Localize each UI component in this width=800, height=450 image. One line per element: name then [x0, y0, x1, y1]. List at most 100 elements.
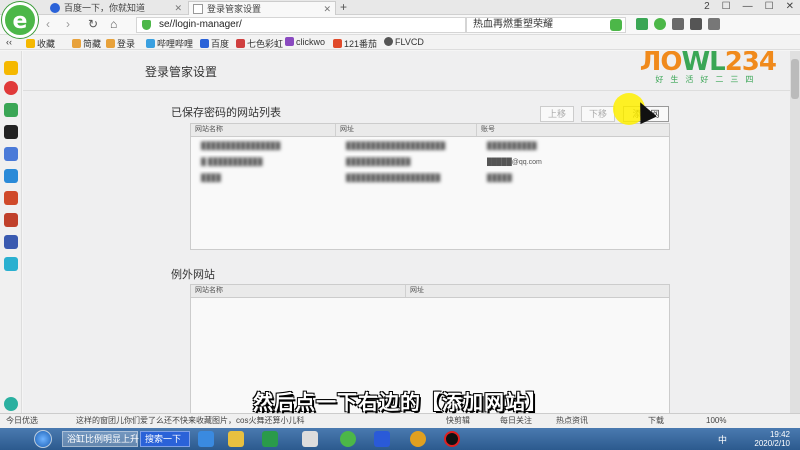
- bookmark-item[interactable]: 七色彩虹: [236, 37, 283, 50]
- bookmark-favorites[interactable]: 收藏: [26, 37, 55, 50]
- saved-sites-table: 网站名称 网址 账号 ████████████████ ████████████…: [190, 123, 670, 250]
- cell-url: ████████████████████: [346, 143, 446, 150]
- close-tab-icon[interactable]: ✕: [174, 1, 182, 15]
- daily-focus-link[interactable]: 每日关注: [500, 414, 532, 428]
- toolbar-icons: [636, 18, 720, 30]
- close-window-button[interactable]: ✕: [786, 1, 794, 12]
- tomato-icon: [333, 39, 342, 48]
- bookmark-item[interactable]: 121番茄: [333, 37, 377, 50]
- tab-login-manager[interactable]: 登录管家设置 ✕: [188, 1, 336, 15]
- app-icon[interactable]: [4, 235, 18, 249]
- hot-news-link[interactable]: 热点资讯: [556, 414, 588, 428]
- word-icon[interactable]: [374, 431, 390, 447]
- menu-grid-icon[interactable]: [672, 18, 684, 30]
- search-text: 热血再燃重塑荣耀: [473, 19, 553, 30]
- vertical-scrollbar[interactable]: [790, 51, 800, 413]
- clock-time: 19:42: [769, 430, 790, 439]
- bilibili-icon: [146, 39, 155, 48]
- address-bar[interactable]: se//login-manager/: [136, 17, 466, 33]
- column-header-name: 网站名称: [191, 285, 406, 297]
- cell-account: ██████████: [487, 143, 537, 150]
- folder-icon: [72, 39, 81, 48]
- notes-icon[interactable]: [4, 147, 18, 161]
- taskbar: 浴缸比例明显上升 搜索一下 中 19:42 2020/2/10: [0, 428, 800, 450]
- baidu-paw-icon: [50, 3, 60, 13]
- table-row[interactable]: ████████████████ ████████████████████ ██…: [191, 139, 669, 155]
- skin-icon[interactable]: ☐: [722, 1, 731, 12]
- chrome-icon[interactable]: [410, 431, 426, 447]
- undo-icon[interactable]: [690, 18, 702, 30]
- table-row[interactable]: ████ ███████████████████ █████: [191, 171, 669, 187]
- app-icon[interactable]: [4, 213, 18, 227]
- clock-date: 2020/2/10: [754, 439, 790, 448]
- app-icon[interactable]: [4, 191, 18, 205]
- back-button[interactable]: ‹: [46, 17, 50, 31]
- counter-badge[interactable]: 2: [704, 1, 710, 12]
- new-tab-button[interactable]: +: [340, 0, 347, 14]
- forward-button[interactable]: ›: [66, 17, 70, 31]
- cell-name: ████████████████: [201, 143, 281, 150]
- input-language[interactable]: 中: [718, 433, 727, 446]
- search-input[interactable]: 热血再燃重塑荣耀: [466, 17, 626, 33]
- home-button[interactable]: ⌂: [110, 17, 117, 31]
- recorder-icon[interactable]: [444, 431, 460, 447]
- move-down-button[interactable]: 下移: [581, 106, 615, 122]
- refresh-button[interactable]: ↻: [88, 17, 98, 31]
- extension-icon[interactable]: [654, 18, 666, 30]
- pay-icon[interactable]: [4, 257, 18, 271]
- mail-icon[interactable]: [4, 103, 18, 117]
- cell-account: █████: [487, 175, 512, 182]
- cloud-icon[interactable]: [302, 431, 318, 447]
- scrollbar-thumb[interactable]: [791, 59, 799, 99]
- today-picks[interactable]: 今日优选: [6, 414, 38, 428]
- zoom-level[interactable]: 100%: [706, 414, 726, 428]
- game-icon[interactable]: [4, 125, 18, 139]
- excel-icon[interactable]: [262, 431, 278, 447]
- column-header-account: 账号: [481, 126, 495, 133]
- quick-edit-link[interactable]: 快剪辑: [446, 414, 470, 428]
- column-header-name: 网站名称: [191, 124, 336, 136]
- taskbar-item[interactable]: 浴缸比例明显上升: [62, 431, 139, 447]
- brand-watermark: ЛOWL234 好生活好二三四: [640, 51, 777, 85]
- taskbar-search[interactable]: 搜索一下: [140, 431, 190, 447]
- cell-url: █████████████: [346, 159, 411, 166]
- folder-icon[interactable]: [228, 431, 244, 447]
- minimize-button[interactable]: —: [743, 1, 753, 12]
- sidebar-toggle[interactable]: ‹‹: [6, 37, 12, 47]
- browser-icon[interactable]: [340, 431, 356, 447]
- star-icon[interactable]: [4, 61, 18, 75]
- cell-name: ████: [201, 175, 221, 182]
- table-row[interactable]: █ ███████████ █████████████ █████@qq.com: [191, 155, 669, 171]
- bookmark-item[interactable]: 百度: [200, 37, 229, 50]
- bookmark-item[interactable]: 哔哩哔哩: [146, 37, 193, 50]
- column-header-url: 网址: [336, 124, 477, 136]
- bookmark-item[interactable]: clickwo: [285, 37, 325, 47]
- flvcd-icon: [384, 37, 393, 46]
- main-content: 登录管家设置 ЛOWL234 好生活好二三四 已保存密码的网站列表 上移 下移 …: [23, 51, 790, 413]
- hamburger-menu-icon[interactable]: [708, 18, 720, 30]
- maximize-button[interactable]: ☐: [765, 1, 774, 12]
- scissors-icon[interactable]: [636, 18, 648, 30]
- rainbow-icon: [236, 39, 245, 48]
- start-button-icon[interactable]: [34, 430, 52, 448]
- page-icon: [193, 4, 203, 14]
- saved-sites-title: 已保存密码的网站列表: [171, 107, 281, 119]
- download-link[interactable]: 下载: [648, 414, 664, 428]
- chat-icon[interactable]: [4, 169, 18, 183]
- browser-logo-icon[interactable]: e: [2, 2, 38, 38]
- ie-icon[interactable]: [198, 431, 214, 447]
- clock[interactable]: 19:42 2020/2/10: [754, 430, 790, 448]
- bookmark-item[interactable]: 简藏: [72, 37, 101, 50]
- column-header-url: 网址: [410, 287, 424, 294]
- tab-label: 登录管家设置: [207, 4, 262, 14]
- video-subtitle: 然后点一下右边的【添加网站】: [253, 390, 547, 414]
- news-ticker[interactable]: 这样的窗团儿你们爱了么还不快来收藏图片，cos火舞还算小儿科: [76, 414, 304, 428]
- weibo-icon[interactable]: [4, 81, 18, 95]
- move-up-button[interactable]: 上移: [540, 106, 574, 122]
- close-tab-icon[interactable]: ✕: [323, 2, 331, 15]
- bookmark-item[interactable]: FLVCD: [384, 37, 424, 47]
- page-title: 登录管家设置: [145, 65, 218, 79]
- bookmark-item[interactable]: 登录: [106, 37, 135, 50]
- tab-baidu[interactable]: 百度一下，你就知道 ✕: [46, 1, 186, 15]
- search-icon[interactable]: [610, 19, 622, 31]
